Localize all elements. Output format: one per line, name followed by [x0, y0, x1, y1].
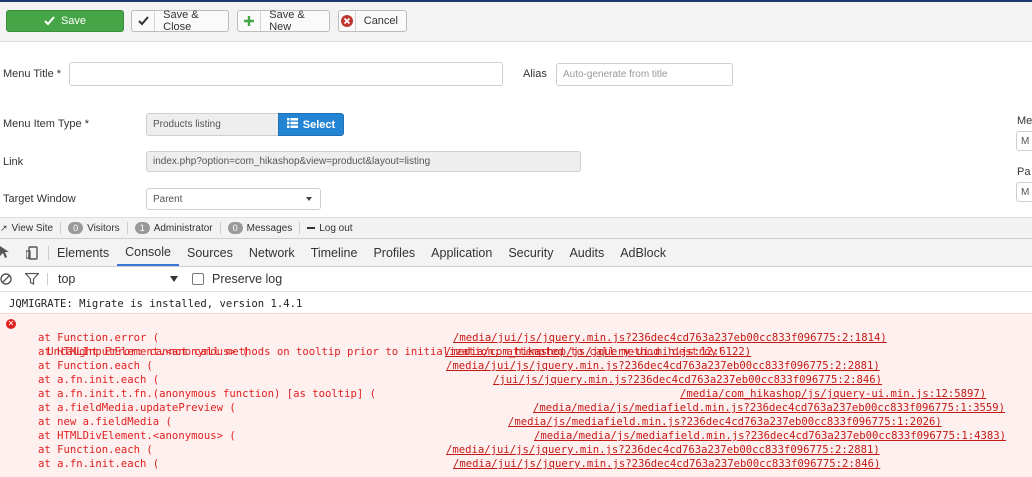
- stack-frame-source-link[interactable]: /media/jui/js/jquery.min.js?236dec4cd763…: [453, 457, 880, 471]
- minus-icon: [307, 227, 316, 229]
- tab-sources[interactable]: Sources: [179, 239, 241, 266]
- check-icon: [44, 11, 55, 31]
- device-toolbar-icon[interactable]: [18, 245, 49, 260]
- clear-console-icon[interactable]: [0, 273, 17, 285]
- stack-frame-function: at a.fn.init.each (: [38, 458, 160, 470]
- visitors-indicator: 0 Visitors: [61, 222, 128, 234]
- stack-frame-function: at HTMLInputElement.<anonymous> (: [38, 346, 249, 358]
- target-window-label: Target Window: [3, 193, 76, 205]
- menu-item-type-field: Products listing: [146, 113, 279, 136]
- tab-elements[interactable]: Elements: [49, 239, 117, 266]
- visitors-label: Visitors: [87, 222, 120, 234]
- admin-status-bar: ↗ View Site 0 Visitors 1 Administrator 0…: [0, 217, 1032, 238]
- external-link-icon: ↗: [0, 222, 8, 233]
- cancel-icon: [339, 11, 356, 31]
- dropdown-arrow-icon: [170, 276, 178, 282]
- select-label: Select: [302, 118, 336, 131]
- filter-icon[interactable]: [17, 273, 48, 285]
- stack-frame-source-link[interactable]: /jui/js/jquery.min.js?236dec4cd763a237eb…: [493, 373, 882, 387]
- stack-frame-source-link[interactable]: /media/media/js/mediafield.min.js?236dec…: [534, 429, 1006, 443]
- right-input-2[interactable]: M: [1016, 182, 1032, 202]
- logout-label: Log out: [319, 222, 353, 234]
- alias-placeholder: Auto-generate from title: [563, 69, 668, 80]
- console-output: JQMIGRATE: Migrate is installed, version…: [0, 292, 1032, 477]
- tab-network[interactable]: Network: [241, 239, 303, 266]
- stack-frame-source-link[interactable]: /media/jui/js/jquery.min.js?236dec4cd763…: [446, 443, 880, 457]
- tab-profiles[interactable]: Profiles: [365, 239, 423, 266]
- chevron-down-icon: [306, 197, 312, 201]
- context-selector[interactable]: top: [48, 272, 178, 286]
- stack-frame-source-link[interactable]: /media/js/mediafield.min.js?236dec4cd763…: [508, 415, 942, 429]
- plus-icon: [238, 11, 262, 31]
- tab-audits[interactable]: Audits: [561, 239, 612, 266]
- stack-frame-source-link[interactable]: /media/jui/js/jquery.min.js?236dec4cd763…: [453, 331, 887, 345]
- console-toolbar: top Preserve log: [0, 267, 1032, 292]
- stack-frame-function: at a.fn.init.t.fn.(anonymous function) […: [38, 388, 377, 400]
- admins-indicator: 1 Administrator: [128, 222, 221, 234]
- tab-security[interactable]: Security: [500, 239, 561, 266]
- tab-application[interactable]: Application: [423, 239, 500, 266]
- save-label: Save: [60, 15, 87, 27]
- stack-frame-function: at Function.each (: [38, 444, 153, 456]
- view-site-link[interactable]: ↗ View Site: [0, 222, 62, 234]
- tab-console[interactable]: Console: [117, 239, 179, 266]
- preserve-log-checkbox[interactable]: [192, 273, 204, 285]
- inspect-icon[interactable]: [0, 245, 18, 260]
- stack-frame-source-link[interactable]: /media/com_hikashop/js/jquery-ui.min.js:…: [445, 345, 751, 359]
- stack-frame-function: at new a.fieldMedia (: [38, 416, 172, 428]
- admins-label: Administrator: [153, 222, 213, 234]
- save-new-label: Save & New: [269, 9, 305, 33]
- stack-frame-function: at HTMLDivElement.<anonymous> (: [38, 430, 236, 442]
- stack-frame-source-link[interactable]: /media/media/js/mediafield.min.js?236dec…: [533, 401, 1005, 415]
- stack-frame-source-link[interactable]: /media/com_hikashop/js/jquery-ui.min.js:…: [680, 387, 986, 401]
- cancel-button[interactable]: Cancel: [338, 10, 407, 32]
- console-log-line: JQMIGRATE: Migrate is installed, version…: [0, 294, 1032, 314]
- save-button[interactable]: Save: [6, 10, 124, 32]
- check-icon: [132, 11, 156, 31]
- link-label: Link: [3, 156, 24, 168]
- error-icon: ✕: [6, 319, 16, 329]
- visitors-badge: 0: [68, 222, 84, 234]
- stack-frame-source-link[interactable]: /media/jui/js/jquery.min.js?236dec4cd763…: [446, 359, 880, 373]
- toolbar: Save Save & Close Save & New Cancel: [0, 0, 1032, 42]
- right-input-1[interactable]: M: [1016, 131, 1032, 151]
- preserve-log-label: Preserve log: [212, 272, 283, 286]
- devtools-tab-bar: Elements Console Sources Network Timelin…: [0, 238, 1032, 267]
- view-site-label: View Site: [11, 222, 54, 234]
- stack-frame-function: at a.fn.init.each (: [38, 374, 160, 386]
- tab-timeline[interactable]: Timeline: [303, 239, 366, 266]
- alias-label: Alias: [523, 68, 547, 80]
- save-new-button[interactable]: Save & New: [237, 9, 330, 33]
- messages-badge: 0: [227, 222, 243, 234]
- menu-item-type-label: Menu Item Type *: [3, 118, 90, 130]
- messages-label: Messages: [246, 222, 293, 234]
- right-label-1: Me: [1017, 115, 1032, 127]
- save-close-button[interactable]: Save & Close: [131, 9, 229, 33]
- cancel-label: Cancel: [363, 15, 398, 27]
- tab-adblock[interactable]: AdBlock: [612, 239, 674, 266]
- menu-title-label: Menu Title *: [3, 68, 62, 80]
- target-window-select[interactable]: Parent: [146, 188, 321, 210]
- messages-indicator[interactable]: 0 Messages: [221, 222, 301, 234]
- link-field: index.php?option=com_hikashop&view=produ…: [146, 151, 581, 172]
- menu-title-input[interactable]: [69, 62, 503, 86]
- select-menu-type-button[interactable]: Select: [278, 113, 344, 136]
- logout-link[interactable]: Log out: [300, 222, 359, 234]
- console-error-block: ✕ Uncaught Error: cannot call methods on…: [0, 313, 1032, 477]
- right-label-2: Pa: [1017, 166, 1031, 178]
- save-close-label: Save & Close: [163, 9, 199, 33]
- target-window-value: Parent: [153, 193, 183, 205]
- admins-badge: 1: [134, 222, 150, 234]
- stack-frame-function: at Function.each (: [38, 360, 153, 372]
- stack-frame-function: at Function.error (: [38, 332, 160, 344]
- context-value: top: [58, 272, 76, 286]
- list-icon: [286, 118, 298, 131]
- alias-input[interactable]: Auto-generate from title: [556, 63, 733, 86]
- error-message: ✕ Uncaught Error: cannot call methods on…: [6, 319, 724, 358]
- stack-frame-function: at a.fieldMedia.updatePreview (: [38, 402, 236, 414]
